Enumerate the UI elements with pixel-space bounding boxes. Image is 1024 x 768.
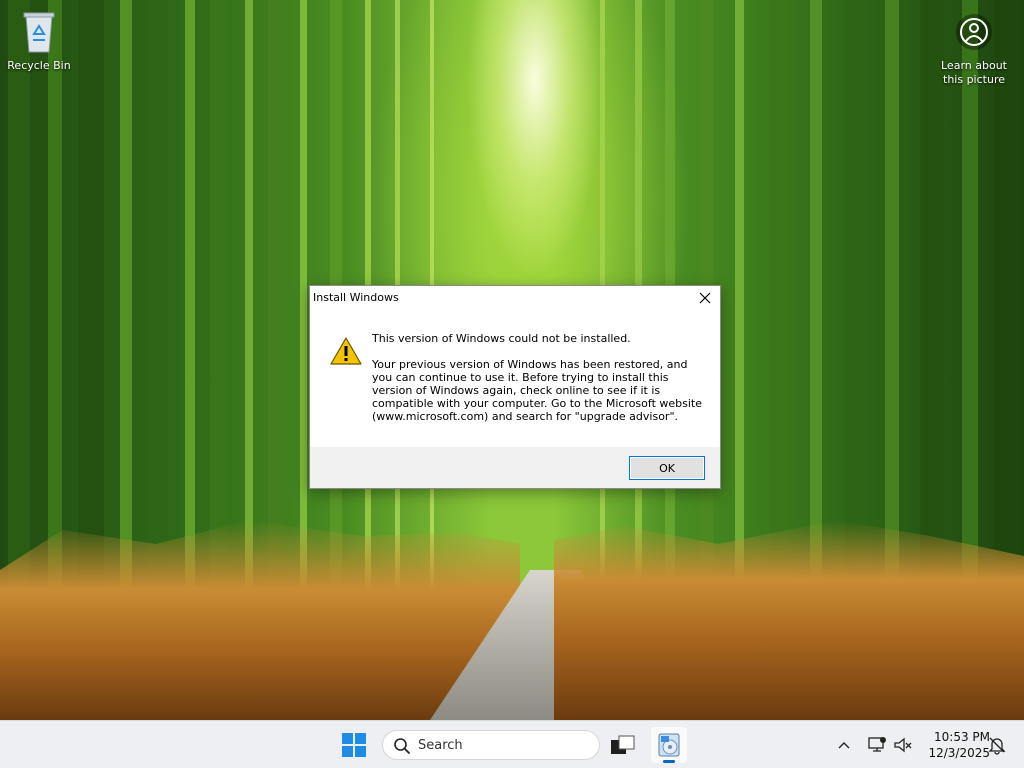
warning-icon bbox=[330, 337, 362, 365]
recycle-bin-shortcut[interactable]: Recycle Bin bbox=[0, 10, 78, 73]
windows-setup-taskbar-button[interactable] bbox=[651, 727, 687, 763]
learn-about-picture-shortcut[interactable]: Learn about this picture bbox=[935, 10, 1013, 87]
task-view-icon[interactable] bbox=[608, 732, 636, 758]
close-icon bbox=[699, 292, 711, 304]
ok-button[interactable]: OK bbox=[629, 456, 705, 480]
dialog-close-button[interactable] bbox=[690, 286, 720, 310]
dialog-body: This version of Windows could not be ins… bbox=[310, 310, 720, 447]
taskbar-clock[interactable]: 10:53 PM 12/3/2025 bbox=[918, 729, 990, 761]
dialog-footer: OK bbox=[310, 447, 720, 488]
taskbar: Search 10:53 PM 12/3/2025 bbox=[0, 720, 1024, 768]
dialog-heading: This version of Windows could not be ins… bbox=[372, 332, 631, 345]
volume-muted-icon[interactable] bbox=[892, 734, 914, 756]
grass-left bbox=[0, 520, 520, 720]
notification-bell-icon[interactable] bbox=[986, 734, 1008, 756]
chevron-up-icon[interactable] bbox=[834, 735, 854, 755]
taskbar-search-box[interactable]: Search bbox=[382, 730, 600, 760]
dialog-titlebar[interactable]: Install Windows bbox=[310, 286, 720, 310]
network-icon[interactable] bbox=[866, 734, 888, 756]
camera-info-icon bbox=[956, 14, 992, 50]
clock-time: 10:53 PM bbox=[934, 730, 990, 744]
windows-start-icon[interactable] bbox=[340, 731, 368, 759]
grass-right bbox=[554, 520, 1024, 720]
recycle-bin-label: Recycle Bin bbox=[7, 59, 71, 72]
recycle-bin-icon bbox=[23, 12, 55, 53]
search-icon bbox=[394, 738, 410, 754]
dialog-title: Install Windows bbox=[313, 291, 399, 304]
active-app-indicator bbox=[663, 760, 675, 763]
windows-setup-icon bbox=[658, 733, 680, 757]
dialog-message: Your previous version of Windows has bee… bbox=[372, 358, 702, 423]
search-placeholder: Search bbox=[418, 738, 463, 753]
install-windows-dialog: Install Windows This version of Windows … bbox=[309, 285, 721, 489]
learn-picture-label: Learn about this picture bbox=[941, 59, 1007, 86]
clock-date: 12/3/2025 bbox=[928, 746, 990, 760]
